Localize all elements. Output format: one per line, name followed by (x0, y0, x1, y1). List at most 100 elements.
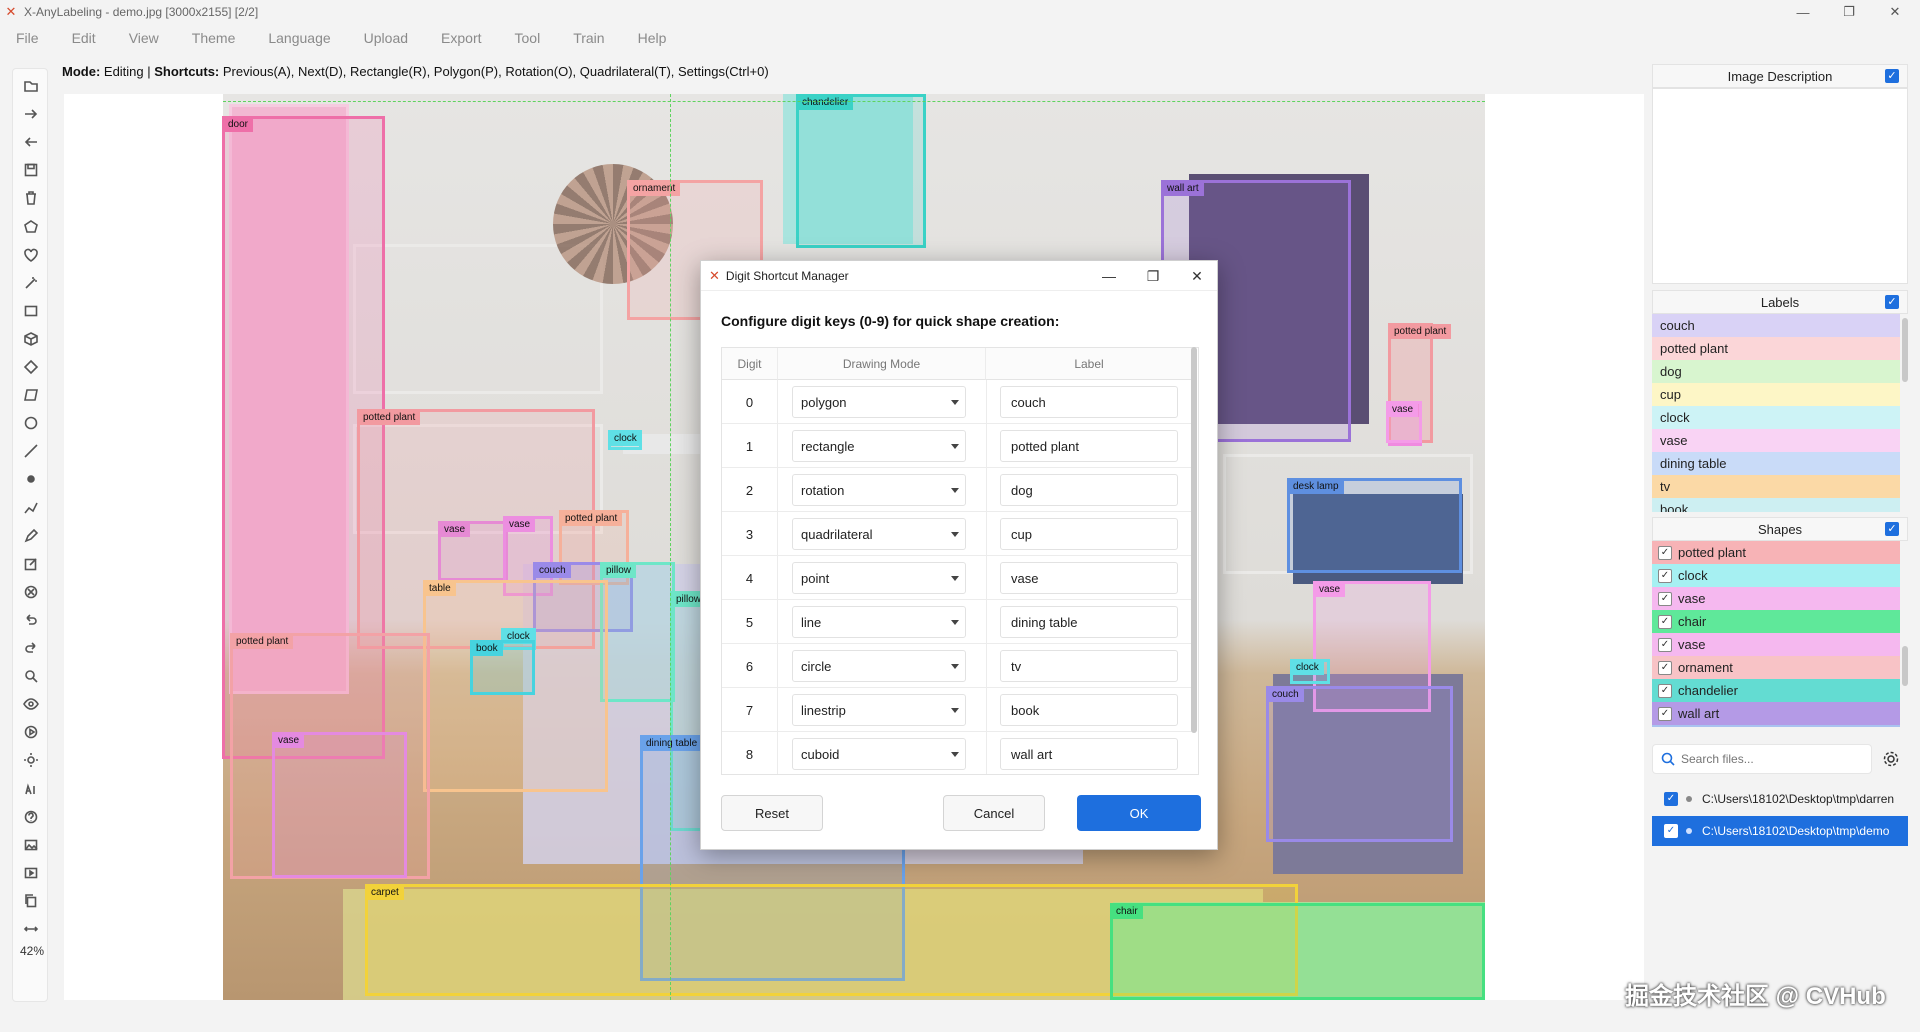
menu-upload[interactable]: Upload (348, 30, 425, 46)
shape-item[interactable]: ✓ ornament (1652, 656, 1900, 679)
image-description-toggle[interactable]: ✓ (1885, 69, 1899, 83)
diamond-icon[interactable] (22, 358, 40, 376)
annotation-box[interactable]: clock (1290, 659, 1330, 684)
annotation-box[interactable]: chair (1110, 903, 1485, 1000)
drawing-mode-select[interactable]: linestrip (792, 694, 966, 726)
search-input[interactable] (1681, 752, 1861, 766)
shape-visibility-checkbox[interactable]: ✓ (1658, 660, 1672, 675)
maximize-button[interactable]: ❐ (1826, 0, 1872, 24)
shape-item[interactable]: ✓ vase (1652, 587, 1900, 610)
labels-scrollbar[interactable] (1902, 318, 1908, 382)
label-input[interactable]: book (1000, 694, 1178, 726)
annotation-box[interactable]: chandelier (796, 94, 926, 248)
label-input[interactable]: tv (1000, 650, 1178, 682)
menu-export[interactable]: Export (425, 30, 498, 46)
play-icon[interactable] (22, 723, 40, 741)
drawing-mode-select[interactable]: cuboid (792, 738, 966, 770)
edit-icon[interactable] (22, 555, 40, 573)
shapes-toggle[interactable]: ✓ (1885, 522, 1899, 536)
label-input[interactable]: potted plant (1000, 430, 1178, 462)
label-item[interactable]: tv (1652, 475, 1900, 498)
dialog-minimize-button[interactable]: — (1087, 261, 1131, 291)
point-icon[interactable] (22, 470, 40, 488)
label-item[interactable]: vase (1652, 429, 1900, 452)
file-search[interactable] (1652, 744, 1872, 774)
shape-visibility-checkbox[interactable]: ✓ (1658, 568, 1672, 583)
help-icon[interactable] (22, 808, 40, 826)
label-item[interactable]: potted plant (1652, 337, 1900, 360)
label-item[interactable]: dog (1652, 360, 1900, 383)
annotation-box[interactable]: pillow (600, 562, 675, 702)
dialog-close-button[interactable]: ✕ (1175, 261, 1219, 291)
eye-icon[interactable] (22, 695, 40, 713)
brightness-icon[interactable] (22, 751, 40, 769)
gear-icon[interactable] (1880, 748, 1902, 770)
label-input[interactable]: dog (1000, 474, 1178, 506)
annotation-box[interactable]: desk lamp (1287, 478, 1462, 573)
magic-wand-icon[interactable] (22, 274, 40, 292)
reset-button[interactable]: Reset (721, 795, 823, 831)
zoom-level[interactable]: 42% (20, 944, 44, 958)
drawing-mode-select[interactable]: rectangle (792, 430, 966, 462)
zoom-icon[interactable] (22, 667, 40, 685)
table-scrollbar[interactable] (1191, 347, 1197, 733)
copy-icon[interactable] (22, 892, 40, 910)
drawing-mode-select[interactable]: polygon (792, 386, 966, 418)
shape-visibility-checkbox[interactable]: ✓ (1658, 614, 1672, 629)
annotation-box[interactable]: book (470, 640, 535, 695)
cube-icon[interactable] (22, 330, 40, 348)
label-input[interactable]: dining table (1000, 606, 1178, 638)
delete-icon[interactable] (22, 189, 40, 207)
circle-icon[interactable] (22, 414, 40, 432)
shape-item[interactable]: ✓ vase (1652, 633, 1900, 656)
rectangle-icon[interactable] (22, 302, 40, 320)
annotation-box[interactable]: vase (272, 732, 407, 878)
label-item[interactable]: clock (1652, 406, 1900, 429)
labels-toggle[interactable]: ✓ (1885, 295, 1899, 309)
label-item[interactable]: book (1652, 498, 1900, 512)
image-description-textarea[interactable] (1652, 88, 1908, 284)
save-icon[interactable] (22, 161, 40, 179)
shape-item[interactable]: ✓ chandelier (1652, 679, 1900, 702)
menu-theme[interactable]: Theme (176, 30, 253, 46)
menu-language[interactable]: Language (252, 30, 347, 46)
menu-edit[interactable]: Edit (56, 30, 113, 46)
shape-visibility-checkbox[interactable]: ✓ (1658, 683, 1672, 698)
shape-item[interactable]: ✓ clock (1652, 564, 1900, 587)
cancel-icon[interactable] (22, 583, 40, 601)
file-checkbox[interactable]: ✓ (1664, 792, 1678, 806)
label-item[interactable]: cup (1652, 383, 1900, 406)
drawing-mode-select[interactable]: line (792, 606, 966, 638)
annotation-box[interactable]: clock (608, 430, 642, 450)
ai-icon[interactable] (22, 780, 40, 798)
drawing-mode-select[interactable]: quadrilateral (792, 518, 966, 550)
file-list-item[interactable]: ✓ C:\Users\18102\Desktop\tmp\darren (1652, 784, 1908, 814)
polygon-icon[interactable] (22, 218, 40, 236)
image-icon[interactable] (22, 836, 40, 854)
menu-tool[interactable]: Tool (499, 30, 558, 46)
heart-icon[interactable] (22, 246, 40, 264)
drawing-mode-select[interactable]: point (792, 562, 966, 594)
close-button[interactable]: ✕ (1872, 0, 1918, 24)
dialog-maximize-button[interactable]: ❐ (1131, 261, 1175, 291)
label-input[interactable]: cup (1000, 518, 1178, 550)
minimize-button[interactable]: — (1780, 0, 1826, 24)
shape-visibility-checkbox[interactable]: ✓ (1658, 637, 1672, 652)
shape-item[interactable]: ✓ potted plant (1652, 541, 1900, 564)
video-icon[interactable] (22, 864, 40, 882)
drawing-mode-select[interactable]: rotation (792, 474, 966, 506)
label-input[interactable]: couch (1000, 386, 1178, 418)
label-item[interactable]: dining table (1652, 452, 1900, 475)
label-input[interactable]: wall art (1000, 738, 1178, 770)
shape-item[interactable]: ✓ wall art (1652, 702, 1900, 725)
redo-icon[interactable] (22, 639, 40, 657)
ok-button[interactable]: OK (1077, 795, 1201, 831)
fit-width-icon[interactable] (22, 920, 40, 938)
shape-item[interactable]: ✓ chair (1652, 610, 1900, 633)
shape-visibility-checkbox[interactable]: ✓ (1658, 706, 1672, 721)
next-arrow-icon[interactable] (22, 105, 40, 123)
file-list-item-selected[interactable]: ✓ C:\Users\18102\Desktop\tmp\demo (1652, 816, 1908, 846)
shape-visibility-checkbox[interactable]: ✓ (1658, 545, 1672, 560)
shapes-scrollbar[interactable] (1902, 646, 1908, 686)
quadrilateral-icon[interactable] (22, 386, 40, 404)
